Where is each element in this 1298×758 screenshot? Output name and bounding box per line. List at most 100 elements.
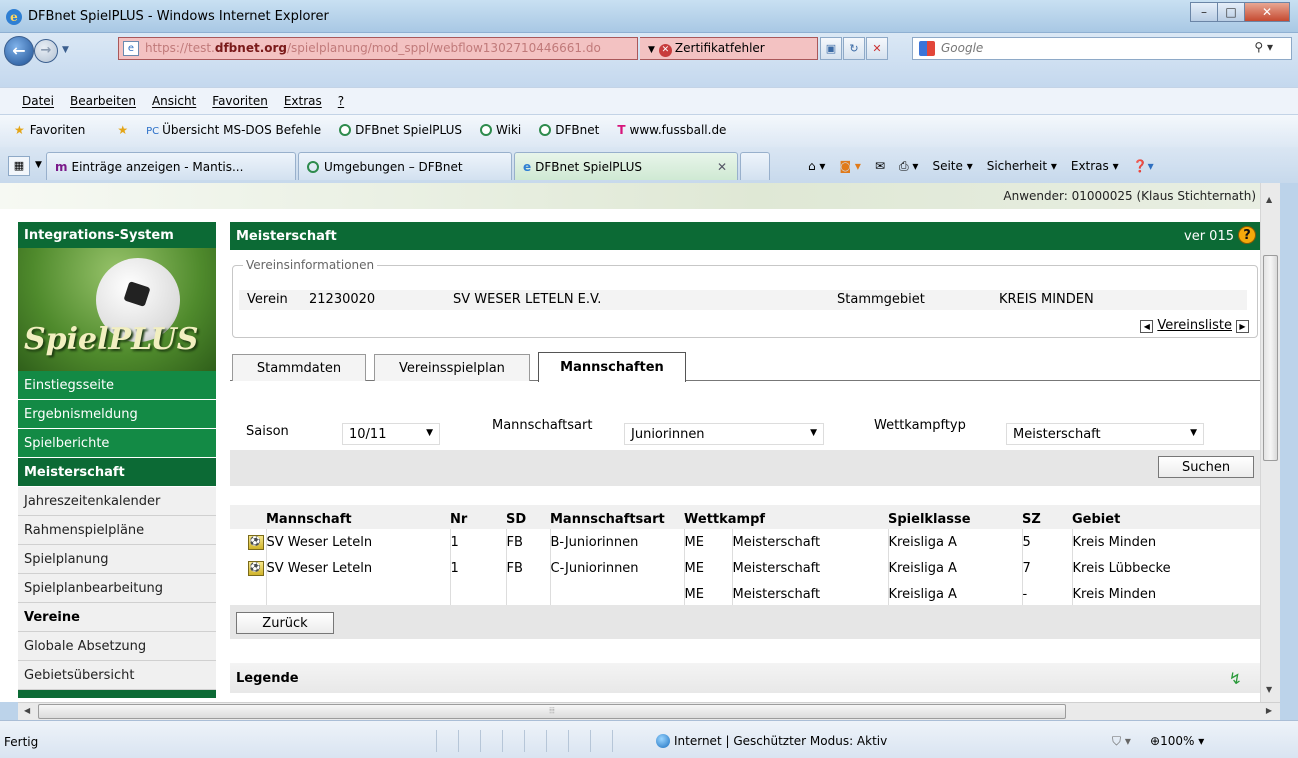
search-placeholder: Google [941,41,984,55]
sidebar-item-ergebnismeldung[interactable]: Ergebnismeldung [18,400,216,429]
browser-tab-umgebungen[interactable]: Umgebungen – DFBnet [298,152,512,180]
next-verein-icon[interactable]: ▶ [1236,320,1249,333]
browser-tab-spielplus[interactable]: e DFBnet SpielPLUS ✕ [514,152,738,180]
minimize-button[interactable]: – [1190,2,1218,22]
sidebar-footer [18,690,216,698]
sidebar-item-einstiegsseite[interactable]: Einstiegsseite [18,371,216,400]
page-header: Anwender: 01000025 (Klaus Stichternath) [0,183,1260,209]
page-title: Meisterschaft [236,229,337,244]
close-tab-icon[interactable]: ✕ [717,160,727,174]
cell-mannschaft[interactable]: SV Weser Leteln [266,555,451,581]
address-input[interactable]: e https://test.dfbnet.org/spielplanung/mo… [118,37,638,60]
mail-icon[interactable]: ✉ [875,159,885,174]
filter-action-bar: Suchen [230,450,1260,486]
vertical-scroll-thumb[interactable] [1263,255,1278,461]
fav-link-fussball[interactable]: Twww.fussball.de [617,123,726,147]
scroll-left-icon[interactable]: ◀ [24,706,30,715]
fav-link-spielplus[interactable]: DFBnet SpielPLUS [339,123,462,147]
seite-menu[interactable]: Seite ▾ [932,159,972,174]
browser-tab-bar: ▦ ▼ m Einträge anzeigen - Mantis... Umgeb… [0,147,1298,183]
certificate-error-button[interactable]: ▼ ✕ Zertifikatfehler [640,37,818,60]
sidebar-item-spielberichte[interactable]: Spielberichte [18,429,216,458]
mannschaften-table-wrap: Mannschaft Nr SD Mannschaftsart Wettkamp… [230,505,1260,639]
scroll-down-icon[interactable]: ▼ [1266,685,1272,694]
tab-mannschaften[interactable]: Mannschaften [538,352,686,382]
team-edit-icon[interactable]: ⚽ [247,534,264,550]
sidebar-item-spielplanung[interactable]: Spielplanung [18,545,216,574]
help-icon[interactable]: ? [1238,226,1256,244]
add-favorite-icon[interactable]: ★ [117,123,128,147]
sidebar-item-jahreszeitenkalender[interactable]: Jahreszeitenkalender [18,487,216,516]
sidebar-item-globale-absetzung[interactable]: Globale Absetzung [18,632,216,661]
horizontal-scrollbar[interactable]: ◀ ⦙⦙⦙ ▶ [18,702,1280,720]
menu-ansicht[interactable]: Ansicht [152,94,196,114]
zoom-control[interactable]: ⊕100% ▾ [1150,734,1204,748]
sidebar-item-rahmenspielplaene[interactable]: Rahmenspielpläne [18,516,216,545]
compatibility-view-icon[interactable]: ▣ [820,37,842,60]
tab-stammdaten[interactable]: Stammdaten [232,354,366,381]
print-icon[interactable]: ⎙ ▾ [899,159,918,174]
search-input[interactable]: Google ⚲ ▾ [912,37,1292,60]
stop-icon[interactable]: ✕ [866,37,888,60]
maximize-button[interactable]: □ [1217,2,1245,22]
tab-list-icon[interactable]: ▼ [35,160,42,170]
suchen-button[interactable]: Suchen [1158,456,1254,478]
history-dropdown-icon[interactable]: ▼ [62,45,69,55]
sidebar-item-vereine[interactable]: Vereine [18,603,216,632]
mannschaftsart-select[interactable]: Juniorinnen ▼ [624,423,824,445]
horizontal-scroll-thumb[interactable]: ⦙⦙⦙ [38,704,1066,719]
scroll-right-icon[interactable]: ▶ [1266,706,1272,715]
legende-panel[interactable]: Legende ↯ [230,663,1260,693]
protected-mode-icon[interactable]: ⛉ ▾ [1112,734,1131,749]
vertical-scrollbar[interactable]: ▲ ▼ [1260,183,1280,702]
url-domain: dfbnet.org [214,41,288,55]
table-row[interactable]: ME Meisterschaft Kreisliga A - Kreis Min… [230,581,1260,607]
help-icon[interactable]: ❓▾ [1133,159,1154,174]
close-window-button[interactable]: ✕ [1244,2,1290,22]
search-icon[interactable]: ⚲ ▾ [1254,40,1273,54]
back-button[interactable]: ← [4,36,34,66]
browser-tab-mantis[interactable]: m Einträge anzeigen - Mantis... [46,152,296,180]
home-icon[interactable]: ⌂ ▾ [808,159,825,174]
table-row[interactable]: ⚽ SV Weser Leteln 1 FB B-Juniorinnen ME … [230,529,1260,555]
menu-bearbeiten[interactable]: Bearbeiten [70,94,136,114]
scroll-up-icon[interactable]: ▲ [1266,195,1272,204]
forward-button[interactable]: → [34,39,58,63]
sidebar-item-gebietsuebersicht[interactable]: Gebietsübersicht [18,661,216,690]
sicherheit-menu[interactable]: Sicherheit ▾ [987,159,1057,174]
sidebar-item-spielplanbearbeitung[interactable]: Spielplanbearbeitung [18,574,216,603]
extras-menu[interactable]: Extras ▾ [1071,159,1119,174]
tab-vereinsspielplan[interactable]: Vereinsspielplan [374,354,530,381]
quick-tabs-icon[interactable]: ▦ [8,156,30,176]
vereinsliste-link[interactable]: Vereinsliste [1157,318,1232,333]
fav-link-msdos[interactable]: PC Übersicht MS-DOS Befehle [146,123,321,147]
cell-sd [506,581,551,607]
menu-favoriten[interactable]: Favoriten [212,94,268,114]
menu-datei[interactable]: Datei [22,94,54,114]
security-zone[interactable]: Internet | Geschützter Modus: Aktiv [656,734,887,748]
previous-verein-icon[interactable]: ◀ [1140,320,1154,333]
content-tabs: Stammdaten Vereinsspielplan Mannschaften [230,352,1260,382]
refresh-icon[interactable]: ↻ [843,37,865,60]
cell-sd: FB [506,555,551,581]
ie-logo-icon: e [6,9,22,25]
team-edit-icon[interactable]: ⚽ [247,560,264,576]
cell-mannschaft[interactable]: SV Weser Leteln [266,529,451,555]
fav-link-wiki[interactable]: Wiki [480,123,521,147]
zurueck-button[interactable]: Zurück [236,612,334,634]
saison-select[interactable]: 10/11 ▼ [342,423,440,445]
favorites-button[interactable]: ★ Favoriten [14,123,85,147]
fav-link-dfbnet[interactable]: DFBnet [539,123,599,147]
expand-icon[interactable]: ↯ [1229,669,1242,688]
menu-extras[interactable]: Extras [284,94,322,114]
sidebar-item-meisterschaft[interactable]: Meisterschaft [18,458,216,487]
col-gebiet: Gebiet [1072,505,1260,529]
feeds-icon[interactable]: ◙ ▾ [839,159,860,174]
wettkampftyp-select[interactable]: Meisterschaft ▼ [1006,423,1204,445]
cell-gebiet: Kreis Lübbecke [1072,555,1260,581]
cell-sz: - [1022,581,1073,607]
tab-label: Umgebungen – DFBnet [324,160,463,174]
menu-help[interactable]: ? [338,94,344,114]
table-row[interactable]: ⚽ SV Weser Leteln 1 FB C-Juniorinnen ME … [230,555,1260,581]
new-tab-button[interactable] [740,152,770,180]
